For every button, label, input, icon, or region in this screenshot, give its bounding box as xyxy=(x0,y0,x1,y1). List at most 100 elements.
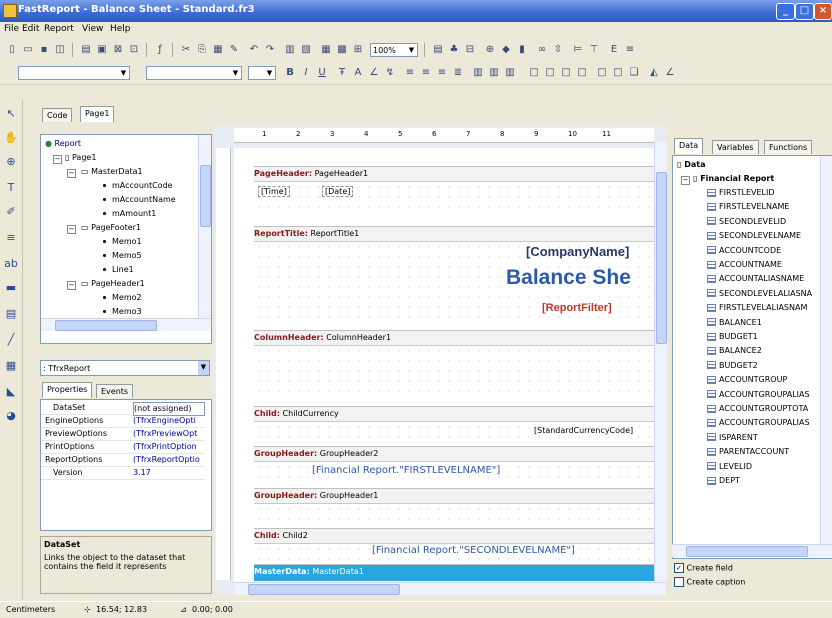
save-icon[interactable]: ▪ xyxy=(36,42,52,58)
data-field-item[interactable]: ACCOUNTGROUPALIAS xyxy=(707,418,810,427)
page-settings-icon[interactable]: ⊡ xyxy=(126,42,142,58)
memo-second-level-name[interactable]: [Financial Report."SECONDLEVELNAME"] xyxy=(372,545,575,556)
property-row-printoptions[interactable]: PrintOptions (TfrxPrintOption xyxy=(41,441,205,454)
italic-icon[interactable]: I xyxy=(298,65,314,81)
spacing-icon[interactable]: E xyxy=(606,42,622,58)
band-tool-icon[interactable]: ≡ xyxy=(3,230,19,246)
dataset-financial-report[interactable]: ▯ Financial Report xyxy=(693,174,774,183)
data-root[interactable]: ▯ Data xyxy=(677,160,705,169)
object-inspector-icon[interactable]: ⊕ xyxy=(482,42,498,58)
band-groupheader1[interactable]: GroupHeader: GroupHeader1 xyxy=(254,488,654,503)
memo-report-title[interactable]: Balance She xyxy=(506,266,631,290)
memo-time[interactable]: [Time] xyxy=(258,186,290,197)
collapse-icon[interactable]: − xyxy=(53,155,62,164)
collapse-icon[interactable]: − xyxy=(681,176,690,185)
paste-icon[interactable]: ▦ xyxy=(210,42,226,58)
chart-icon[interactable]: ▮ xyxy=(514,42,530,58)
more-tools-icon[interactable]: ≡ xyxy=(622,42,638,58)
scroll-thumb[interactable] xyxy=(55,320,157,331)
property-value[interactable]: (TfrxReportOptio xyxy=(133,454,205,466)
zoom-tool-icon[interactable]: ⊕ xyxy=(3,154,19,170)
data-field-item[interactable]: ACCOUNTNAME xyxy=(707,260,782,269)
property-value[interactable]: 3.17 xyxy=(133,467,205,479)
tree-node-masterdata1[interactable]: ▭ MasterData1 xyxy=(81,167,143,176)
band-columnheader1[interactable]: ColumnHeader: ColumnHeader1 xyxy=(254,330,654,345)
shape-tool-icon[interactable]: ▦ xyxy=(3,358,19,374)
data-field-item[interactable]: PARENTACCOUNT xyxy=(707,447,789,456)
align-left-edges-icon[interactable]: ⊨ xyxy=(570,42,586,58)
group-icon[interactable]: ▥ xyxy=(282,42,298,58)
frame-all-icon[interactable]: □ xyxy=(594,65,610,81)
fill-color-icon[interactable]: ◭ xyxy=(646,65,662,81)
valign-bottom-icon[interactable]: ▥ xyxy=(502,65,518,81)
menu-report[interactable]: Report xyxy=(44,24,74,34)
text-align-left-icon[interactable]: ≡ xyxy=(402,65,418,81)
data-field-item[interactable]: ACCOUNTCODE xyxy=(707,246,781,255)
picture-object-icon[interactable]: ▬ xyxy=(3,280,19,296)
tree-node-maccountname[interactable]: mAccountName xyxy=(103,195,176,204)
memo-currency-code[interactable]: [StandardCurrencyCode] xyxy=(534,426,633,435)
tree-node-memo2[interactable]: Memo2 xyxy=(103,293,142,302)
hand-tool-icon[interactable]: ✋ xyxy=(3,130,19,146)
tab-data[interactable]: Data xyxy=(674,138,704,154)
tab-functions[interactable]: Functions xyxy=(764,140,813,154)
tab-page1[interactable]: Page1 xyxy=(80,106,115,122)
collapse-icon[interactable]: − xyxy=(67,281,76,290)
text-tool-icon[interactable]: T xyxy=(3,180,19,196)
shadow-icon[interactable]: ❏ xyxy=(626,65,642,81)
design-vertical-scrollbar[interactable] xyxy=(654,142,667,582)
delete-page-icon[interactable]: ⊠ xyxy=(110,42,126,58)
show-grid-icon[interactable]: ▦ xyxy=(318,42,334,58)
valign-middle-icon[interactable]: ▥ xyxy=(486,65,502,81)
chart-tool-icon[interactable]: ◣ xyxy=(3,384,19,400)
data-field-item[interactable]: ACCOUNTGROUPTOTA xyxy=(707,404,808,413)
tree-node-mamount1[interactable]: mAmount1 xyxy=(103,209,156,218)
create-field-checkbox[interactable]: ✓ Create field xyxy=(674,563,733,573)
ungroup-icon[interactable]: ▧ xyxy=(298,42,314,58)
memo-report-filter[interactable]: [ReportFilter] xyxy=(542,302,612,314)
tree-node-memo5[interactable]: Memo5 xyxy=(103,251,142,260)
tree-node-report[interactable]: ● Report xyxy=(45,139,81,148)
data-field-item[interactable]: ACCOUNTGROUPALIAS xyxy=(707,390,810,399)
scroll-thumb[interactable] xyxy=(656,172,667,344)
tab-properties[interactable]: Properties xyxy=(42,382,93,398)
text-align-center-icon[interactable]: ≡ xyxy=(418,65,434,81)
font-size-select[interactable]: ▼ xyxy=(248,66,276,80)
data-tree-icon[interactable]: ♣ xyxy=(446,42,462,58)
data-field-item[interactable]: BALANCE2 xyxy=(707,346,762,355)
tree-node-pagefooter1[interactable]: ▭ PageFooter1 xyxy=(81,223,141,232)
report-data-icon[interactable]: ▤ xyxy=(430,42,446,58)
band-body[interactable] xyxy=(254,181,654,216)
close-button[interactable]: × xyxy=(814,3,832,20)
frame-left-icon[interactable]: □ xyxy=(558,65,574,81)
rich-text-icon[interactable]: ◕ xyxy=(3,408,19,424)
tree-node-page1[interactable]: ▯ Page1 xyxy=(65,153,96,162)
copy-format-icon[interactable]: ✎ xyxy=(226,42,242,58)
select-tool-icon[interactable]: ↖ xyxy=(3,106,19,122)
bold-icon[interactable]: B xyxy=(282,65,298,81)
property-row-reportoptions[interactable]: ReportOptions (TfrxReportOptio xyxy=(41,454,205,467)
valign-top-icon[interactable]: ▥ xyxy=(470,65,486,81)
maximize-button[interactable]: □ xyxy=(795,3,814,20)
new-dialog-icon[interactable]: ▣ xyxy=(94,42,110,58)
tree-node-memo3[interactable]: Memo3 xyxy=(103,307,142,317)
open-icon[interactable]: ▭ xyxy=(20,42,36,58)
font-settings-icon[interactable]: Ŧ xyxy=(334,65,350,81)
highlight-icon[interactable]: ∠ xyxy=(366,65,382,81)
tree-node-memo1[interactable]: Memo1 xyxy=(103,237,142,246)
data-field-item[interactable]: ACCOUNTALIASNAME xyxy=(707,274,804,283)
menu-file[interactable]: File xyxy=(4,24,19,34)
menu-help[interactable]: Help xyxy=(110,24,131,34)
memo-first-level-name[interactable]: [Financial Report."FIRSTLEVELNAME"] xyxy=(312,465,500,476)
zoom-select[interactable]: 100% ▼ xyxy=(370,43,418,57)
preview-icon[interactable]: ◫ xyxy=(52,42,68,58)
code-icon[interactable]: ◆ xyxy=(498,42,514,58)
property-value[interactable]: (not assigned) xyxy=(133,402,205,416)
band-body[interactable] xyxy=(254,503,654,528)
memo-date[interactable]: [Date] xyxy=(322,186,354,197)
property-row-version[interactable]: Version 3.17 xyxy=(41,467,205,480)
tab-events[interactable]: Events xyxy=(96,384,134,398)
data-field-item[interactable]: FIRSTLEVELALIASNAM xyxy=(707,303,807,312)
align-grid-icon[interactable]: ▩ xyxy=(334,42,350,58)
property-value[interactable]: (TfrxPrintOption xyxy=(133,441,205,453)
